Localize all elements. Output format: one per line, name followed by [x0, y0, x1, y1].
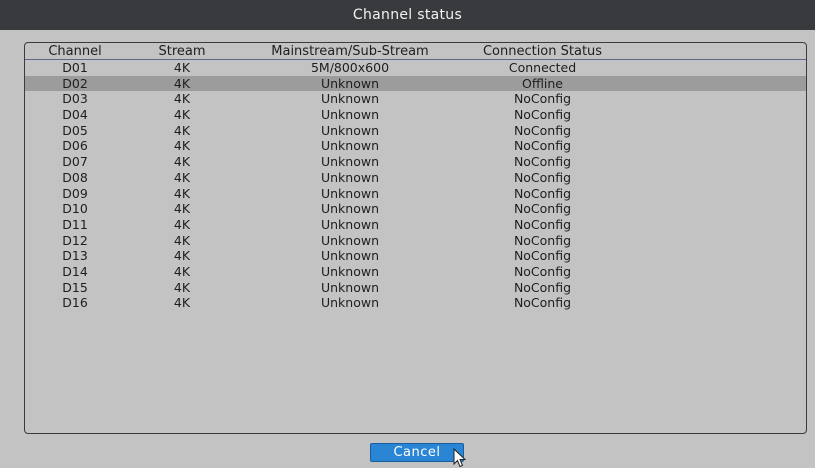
cell-connection-status: NoConfig	[513, 232, 572, 248]
cell-connection-status: Connected	[508, 60, 577, 75]
cell-stream: 4K	[173, 138, 191, 154]
cell-stream: 4K	[173, 279, 191, 295]
cell-stream: 4K	[173, 201, 191, 217]
table-body: D01 4K 5M/800x600 Connected D02 4K Unknown Offl…	[25, 60, 806, 311]
cell-mainstream: Unknown	[320, 216, 380, 232]
header-connection-status: Connection Status	[482, 44, 603, 59]
cell-channel: D09	[62, 185, 88, 201]
cell-mainstream: Unknown	[320, 201, 380, 217]
table-row[interactable]: D08 4K Unknown NoConfig	[25, 170, 806, 186]
cell-mainstream: Unknown	[320, 154, 380, 170]
cell-stream: 4K	[173, 216, 191, 232]
cell-connection-status: NoConfig	[513, 122, 572, 138]
cell-connection-status: NoConfig	[513, 201, 572, 217]
cell-channel: D10	[62, 201, 88, 217]
cell-channel: D12	[62, 232, 88, 248]
cell-mainstream: 5M/800x600	[310, 60, 390, 75]
cell-channel: D04	[62, 107, 88, 123]
cell-connection-status: Offline	[521, 75, 563, 91]
cell-channel: D11	[62, 216, 88, 232]
cell-channel: D13	[62, 248, 88, 264]
cell-connection-status: NoConfig	[513, 295, 572, 311]
mouse-pointer-icon	[453, 448, 467, 468]
cell-stream: 4K	[173, 169, 191, 185]
cell-mainstream: Unknown	[320, 263, 380, 279]
cell-channel: D07	[62, 154, 88, 170]
table-header: Channel Stream Mainstream/Sub-Stream Con…	[25, 43, 806, 60]
cell-stream: 4K	[173, 263, 191, 279]
cell-mainstream: Unknown	[320, 75, 380, 91]
cell-channel: D06	[62, 138, 88, 154]
cell-mainstream: Unknown	[320, 91, 380, 107]
cell-connection-status: NoConfig	[513, 263, 572, 279]
cell-stream: 4K	[173, 154, 191, 170]
table-row[interactable]: D02 4K Unknown Offline	[25, 75, 806, 92]
cell-stream: 4K	[173, 248, 191, 264]
cell-channel: D15	[62, 279, 88, 295]
table-row[interactable]: D01 4K 5M/800x600 Connected	[25, 60, 806, 76]
cell-mainstream: Unknown	[320, 295, 380, 311]
header-channel: Channel	[48, 44, 102, 59]
header-stream: Stream	[158, 44, 206, 59]
cell-channel: D02	[62, 75, 88, 91]
table-row[interactable]: D03 4K Unknown NoConfig	[25, 91, 806, 107]
table-row[interactable]: D15 4K Unknown NoConfig	[25, 280, 806, 296]
cell-stream: 4K	[173, 107, 191, 123]
table-row[interactable]: D13 4K Unknown NoConfig	[25, 248, 806, 264]
cell-channel: D01	[62, 60, 88, 75]
table-row[interactable]: D11 4K Unknown NoConfig	[25, 217, 806, 233]
cell-connection-status: NoConfig	[513, 169, 572, 185]
cell-mainstream: Unknown	[320, 107, 380, 123]
table-row[interactable]: D12 4K Unknown NoConfig	[25, 233, 806, 249]
cell-mainstream: Unknown	[320, 248, 380, 264]
table-row[interactable]: D09 4K Unknown NoConfig	[25, 186, 806, 202]
table-row[interactable]: D10 4K Unknown NoConfig	[25, 201, 806, 217]
cell-connection-status: NoConfig	[513, 279, 572, 295]
cell-connection-status: NoConfig	[513, 216, 572, 232]
cell-channel: D05	[62, 122, 88, 138]
table-row[interactable]: D16 4K Unknown NoConfig	[25, 295, 806, 311]
cell-connection-status: NoConfig	[513, 248, 572, 264]
table-row[interactable]: D06 4K Unknown NoConfig	[25, 138, 806, 154]
cell-mainstream: Unknown	[320, 279, 380, 295]
cell-connection-status: NoConfig	[513, 91, 572, 107]
cell-mainstream: Unknown	[320, 169, 380, 185]
cell-channel: D16	[62, 295, 88, 311]
cell-stream: 4K	[173, 122, 191, 138]
channel-status-dialog: Channel status Channel Stream Mainstream…	[0, 0, 815, 468]
cell-channel: D14	[62, 263, 88, 279]
table-row[interactable]: D14 4K Unknown NoConfig	[25, 264, 806, 280]
header-mainstream: Mainstream/Sub-Stream	[271, 44, 429, 59]
cell-stream: 4K	[173, 232, 191, 248]
cell-stream: 4K	[173, 91, 191, 107]
cell-connection-status: NoConfig	[513, 154, 572, 170]
cell-mainstream: Unknown	[320, 185, 380, 201]
cell-mainstream: Unknown	[320, 232, 380, 248]
cell-connection-status: NoConfig	[513, 138, 572, 154]
table-row[interactable]: D05 4K Unknown NoConfig	[25, 123, 806, 139]
cell-connection-status: NoConfig	[513, 185, 572, 201]
cell-stream: 4K	[173, 60, 191, 75]
table-row[interactable]: D07 4K Unknown NoConfig	[25, 154, 806, 170]
table-row[interactable]: D04 4K Unknown NoConfig	[25, 107, 806, 123]
cell-mainstream: Unknown	[320, 122, 380, 138]
cancel-button[interactable]: Cancel	[370, 443, 464, 462]
cell-channel: D03	[62, 91, 88, 107]
cell-stream: 4K	[173, 295, 191, 311]
channel-status-table: Channel Stream Mainstream/Sub-Stream Con…	[24, 42, 807, 434]
cell-connection-status: NoConfig	[513, 107, 572, 123]
cell-channel: D08	[62, 169, 88, 185]
cell-stream: 4K	[173, 75, 191, 91]
cell-stream: 4K	[173, 185, 191, 201]
dialog-title: Channel status	[0, 0, 815, 30]
cell-mainstream: Unknown	[320, 138, 380, 154]
